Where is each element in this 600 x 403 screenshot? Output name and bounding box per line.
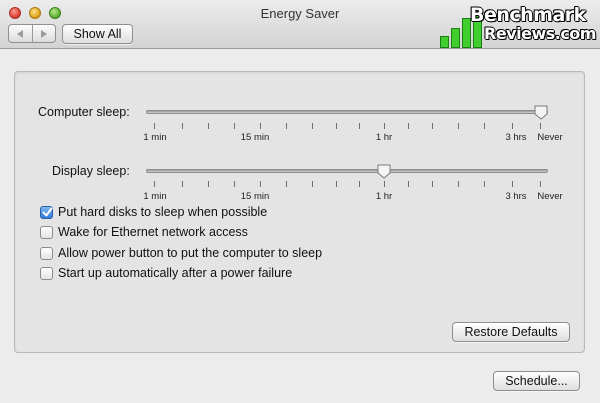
display-tick-1min: 1 min: [143, 191, 167, 202]
computer-tick-1hr: 1 hr: [375, 132, 393, 143]
hard-disks-sleep-label: Put hard disks to sleep when possible: [58, 205, 268, 219]
back-forward-control: [8, 24, 56, 43]
display-sleep-label: Display sleep:: [52, 164, 130, 178]
startup-after-power-failure-label: Start up automatically after a power fai…: [58, 266, 293, 280]
display-tick-never: Never: [537, 191, 563, 202]
wake-ethernet-checkbox[interactable]: [40, 225, 53, 239]
logo-text-line2: Reviews.com: [484, 24, 596, 43]
benchmark-reviews-logo: Benchmark Reviews.com: [440, 0, 600, 48]
display-sleep-ticks: [146, 181, 548, 187]
logo-text-line1: Benchmark: [470, 4, 586, 26]
computer-tick-never: Never: [537, 132, 563, 143]
wake-ethernet-label: Wake for Ethernet network access: [58, 225, 248, 239]
display-tick-3hrs: 3 hrs: [505, 191, 527, 202]
back-button[interactable]: [9, 25, 33, 42]
forward-button[interactable]: [33, 25, 56, 42]
option-wake-ethernet[interactable]: Wake for Ethernet network access: [40, 225, 248, 239]
computer-sleep-slider-thumb[interactable]: [534, 105, 548, 120]
display-tick-15min: 15 min: [240, 191, 270, 202]
restore-defaults-button[interactable]: Restore Defaults: [452, 322, 570, 342]
right-arrow-icon: [41, 29, 48, 38]
hard-disks-sleep-checkbox[interactable]: [40, 205, 53, 219]
startup-after-power-failure-checkbox[interactable]: [40, 266, 53, 280]
option-hard-disks-sleep[interactable]: Put hard disks to sleep when possible: [40, 205, 267, 219]
power-button-sleep-label: Allow power button to put the computer t…: [58, 246, 323, 260]
computer-sleep-label: Computer sleep:: [38, 105, 130, 119]
window-titlebar: Energy Saver Show All Benchmark Reviews.…: [0, 0, 600, 49]
display-sleep-slider-thumb[interactable]: [377, 164, 391, 179]
computer-tick-15min: 15 min: [240, 132, 270, 143]
computer-tick-1min: 1 min: [143, 132, 167, 143]
power-button-sleep-checkbox[interactable]: [40, 246, 53, 260]
display-sleep-track[interactable]: [146, 169, 548, 173]
display-tick-1hr: 1 hr: [375, 191, 393, 202]
checkmark-icon: [42, 207, 53, 216]
computer-tick-3hrs: 3 hrs: [505, 132, 527, 143]
show-all-button[interactable]: Show All: [62, 24, 133, 44]
option-startup-after-power-failure[interactable]: Start up automatically after a power fai…: [40, 266, 292, 280]
left-arrow-icon: [16, 29, 23, 38]
schedule-button[interactable]: Schedule...: [493, 371, 580, 391]
computer-sleep-ticks: [146, 123, 548, 129]
option-power-button-sleep[interactable]: Allow power button to put the computer t…: [40, 246, 322, 260]
computer-sleep-track[interactable]: [146, 110, 548, 114]
